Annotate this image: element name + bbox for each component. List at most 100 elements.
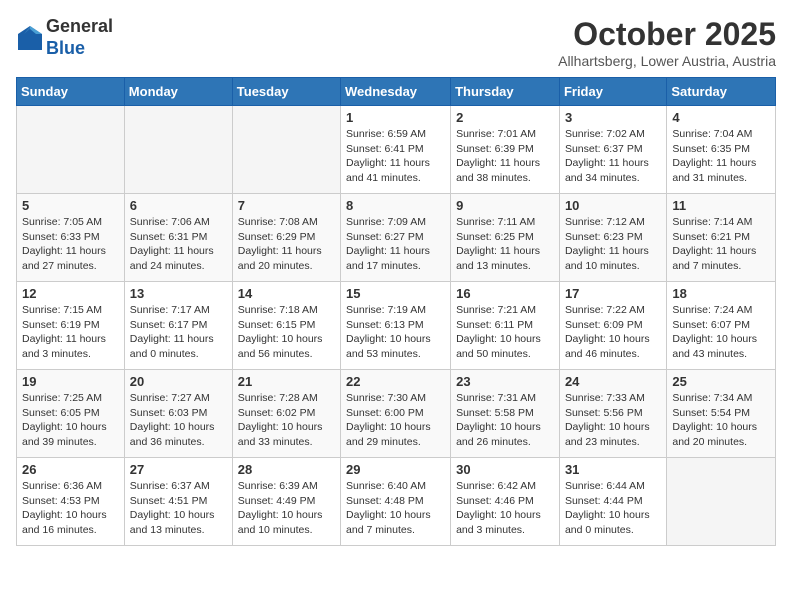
day-info: Sunrise: 7:33 AM Sunset: 5:56 PM Dayligh… bbox=[565, 391, 661, 450]
calendar-cell: 27 Sunrise: 6:37 AM Sunset: 4:51 PM Dayli… bbox=[124, 458, 232, 546]
day-info: Sunrise: 7:25 AM Sunset: 6:05 PM Dayligh… bbox=[22, 391, 119, 450]
day-number: 12 bbox=[22, 286, 119, 301]
day-info: Sunrise: 7:34 AM Sunset: 5:54 PM Dayligh… bbox=[672, 391, 770, 450]
day-info: Sunrise: 7:06 AM Sunset: 6:31 PM Dayligh… bbox=[130, 215, 227, 274]
calendar-cell: 15Sunrise: 7:19 AM Sunset: 6:13 PM Dayli… bbox=[341, 282, 451, 370]
calendar-cell: 26 Sunrise: 6:36 AM Sunset: 4:53 PM Dayli… bbox=[17, 458, 125, 546]
calendar-cell: 14 Sunrise: 7:18 AM Sunset: 6:15 PM Dayli… bbox=[232, 282, 340, 370]
calendar-cell: 10 Sunrise: 7:12 AM Sunset: 6:23 PM Dayli… bbox=[559, 194, 666, 282]
calendar-cell: 18Sunrise: 7:24 AM Sunset: 6:07 PM Dayli… bbox=[667, 282, 776, 370]
column-header-tuesday: Tuesday bbox=[232, 78, 340, 106]
day-number: 22 bbox=[346, 374, 445, 389]
week-row-5: 26 Sunrise: 6:36 AM Sunset: 4:53 PM Dayli… bbox=[17, 458, 776, 546]
day-info: Sunrise: 7:28 AM Sunset: 6:02 PM Dayligh… bbox=[238, 391, 335, 450]
day-info: Sunrise: 7:08 AM Sunset: 6:29 PM Dayligh… bbox=[238, 215, 335, 274]
day-info: Sunrise: 7:27 AM Sunset: 6:03 PM Dayligh… bbox=[130, 391, 227, 450]
calendar-cell: 3 Sunrise: 7:02 AM Sunset: 6:37 PM Daylig… bbox=[559, 106, 666, 194]
day-info: Sunrise: 6:42 AM Sunset: 4:46 PM Dayligh… bbox=[456, 479, 554, 538]
day-number: 1 bbox=[346, 110, 445, 125]
day-number: 18 bbox=[672, 286, 770, 301]
week-row-2: 5 Sunrise: 7:05 AM Sunset: 6:33 PM Daylig… bbox=[17, 194, 776, 282]
day-info: Sunrise: 7:02 AM Sunset: 6:37 PM Dayligh… bbox=[565, 127, 661, 186]
calendar-cell: 11Sunrise: 7:14 AM Sunset: 6:21 PM Dayli… bbox=[667, 194, 776, 282]
day-number: 7 bbox=[238, 198, 335, 213]
week-row-1: 1Sunrise: 6:59 AM Sunset: 6:41 PM Daylig… bbox=[17, 106, 776, 194]
calendar-cell: 7 Sunrise: 7:08 AM Sunset: 6:29 PM Daylig… bbox=[232, 194, 340, 282]
calendar-cell: 19Sunrise: 7:25 AM Sunset: 6:05 PM Dayli… bbox=[17, 370, 125, 458]
day-number: 27 bbox=[130, 462, 227, 477]
day-info: Sunrise: 7:12 AM Sunset: 6:23 PM Dayligh… bbox=[565, 215, 661, 274]
day-number: 30 bbox=[456, 462, 554, 477]
calendar-cell: 20 Sunrise: 7:27 AM Sunset: 6:03 PM Dayli… bbox=[124, 370, 232, 458]
day-info: Sunrise: 7:04 AM Sunset: 6:35 PM Dayligh… bbox=[672, 127, 770, 186]
calendar-cell: 5 Sunrise: 7:05 AM Sunset: 6:33 PM Daylig… bbox=[17, 194, 125, 282]
calendar-cell: 30 Sunrise: 6:42 AM Sunset: 4:46 PM Dayli… bbox=[451, 458, 560, 546]
day-number: 23 bbox=[456, 374, 554, 389]
day-info: Sunrise: 7:31 AM Sunset: 5:58 PM Dayligh… bbox=[456, 391, 554, 450]
day-info: Sunrise: 7:11 AM Sunset: 6:25 PM Dayligh… bbox=[456, 215, 554, 274]
day-number: 26 bbox=[22, 462, 119, 477]
calendar-cell: 9 Sunrise: 7:11 AM Sunset: 6:25 PM Daylig… bbox=[451, 194, 560, 282]
day-info: Sunrise: 6:40 AM Sunset: 4:48 PM Dayligh… bbox=[346, 479, 445, 538]
day-info: Sunrise: 7:05 AM Sunset: 6:33 PM Dayligh… bbox=[22, 215, 119, 274]
day-info: Sunrise: 7:09 AM Sunset: 6:27 PM Dayligh… bbox=[346, 215, 445, 274]
calendar-cell: 4 Sunrise: 7:04 AM Sunset: 6:35 PM Daylig… bbox=[667, 106, 776, 194]
calendar-cell: 8Sunrise: 7:09 AM Sunset: 6:27 PM Daylig… bbox=[341, 194, 451, 282]
calendar-cell: 12 Sunrise: 7:15 AM Sunset: 6:19 PM Dayli… bbox=[17, 282, 125, 370]
day-number: 28 bbox=[238, 462, 335, 477]
week-row-4: 19Sunrise: 7:25 AM Sunset: 6:05 PM Dayli… bbox=[17, 370, 776, 458]
day-number: 20 bbox=[130, 374, 227, 389]
calendar-cell: 13Sunrise: 7:17 AM Sunset: 6:17 PM Dayli… bbox=[124, 282, 232, 370]
day-number: 4 bbox=[672, 110, 770, 125]
calendar-cell: 23 Sunrise: 7:31 AM Sunset: 5:58 PM Dayli… bbox=[451, 370, 560, 458]
calendar-cell: 29 Sunrise: 6:40 AM Sunset: 4:48 PM Dayli… bbox=[341, 458, 451, 546]
logo-text: General Blue bbox=[46, 16, 113, 59]
calendar-cell: 21Sunrise: 7:28 AM Sunset: 6:02 PM Dayli… bbox=[232, 370, 340, 458]
day-number: 5 bbox=[22, 198, 119, 213]
calendar-cell bbox=[232, 106, 340, 194]
calendar-cell bbox=[124, 106, 232, 194]
day-number: 25 bbox=[672, 374, 770, 389]
day-info: Sunrise: 6:44 AM Sunset: 4:44 PM Dayligh… bbox=[565, 479, 661, 538]
day-info: Sunrise: 7:19 AM Sunset: 6:13 PM Dayligh… bbox=[346, 303, 445, 362]
calendar-cell: 24 Sunrise: 7:33 AM Sunset: 5:56 PM Dayli… bbox=[559, 370, 666, 458]
day-number: 16 bbox=[456, 286, 554, 301]
column-header-wednesday: Wednesday bbox=[341, 78, 451, 106]
column-header-friday: Friday bbox=[559, 78, 666, 106]
calendar-header-row: SundayMondayTuesdayWednesdayThursdayFrid… bbox=[17, 78, 776, 106]
calendar-cell: 2Sunrise: 7:01 AM Sunset: 6:39 PM Daylig… bbox=[451, 106, 560, 194]
calendar-cell: 22 Sunrise: 7:30 AM Sunset: 6:00 PM Dayli… bbox=[341, 370, 451, 458]
day-info: Sunrise: 6:36 AM Sunset: 4:53 PM Dayligh… bbox=[22, 479, 119, 538]
week-row-3: 12 Sunrise: 7:15 AM Sunset: 6:19 PM Dayli… bbox=[17, 282, 776, 370]
logo: General Blue bbox=[16, 16, 113, 59]
title-block: October 2025 Allhartsberg, Lower Austria… bbox=[558, 16, 776, 69]
calendar-cell: 25 Sunrise: 7:34 AM Sunset: 5:54 PM Dayli… bbox=[667, 370, 776, 458]
day-number: 14 bbox=[238, 286, 335, 301]
day-number: 31 bbox=[565, 462, 661, 477]
calendar-table: SundayMondayTuesdayWednesdayThursdayFrid… bbox=[16, 77, 776, 546]
day-number: 29 bbox=[346, 462, 445, 477]
day-number: 10 bbox=[565, 198, 661, 213]
day-number: 9 bbox=[456, 198, 554, 213]
column-header-monday: Monday bbox=[124, 78, 232, 106]
calendar-cell: 31 Sunrise: 6:44 AM Sunset: 4:44 PM Dayli… bbox=[559, 458, 666, 546]
day-info: Sunrise: 7:30 AM Sunset: 6:00 PM Dayligh… bbox=[346, 391, 445, 450]
day-info: Sunrise: 7:17 AM Sunset: 6:17 PM Dayligh… bbox=[130, 303, 227, 362]
day-info: Sunrise: 6:39 AM Sunset: 4:49 PM Dayligh… bbox=[238, 479, 335, 538]
day-number: 24 bbox=[565, 374, 661, 389]
calendar-cell: 17 Sunrise: 7:22 AM Sunset: 6:09 PM Dayli… bbox=[559, 282, 666, 370]
day-number: 17 bbox=[565, 286, 661, 301]
calendar-cell: 6Sunrise: 7:06 AM Sunset: 6:31 PM Daylig… bbox=[124, 194, 232, 282]
day-info: Sunrise: 7:22 AM Sunset: 6:09 PM Dayligh… bbox=[565, 303, 661, 362]
logo-icon bbox=[16, 24, 44, 52]
column-header-sunday: Sunday bbox=[17, 78, 125, 106]
day-info: Sunrise: 7:21 AM Sunset: 6:11 PM Dayligh… bbox=[456, 303, 554, 362]
calendar-cell: 28 Sunrise: 6:39 AM Sunset: 4:49 PM Dayli… bbox=[232, 458, 340, 546]
day-info: Sunrise: 7:15 AM Sunset: 6:19 PM Dayligh… bbox=[22, 303, 119, 362]
day-number: 3 bbox=[565, 110, 661, 125]
calendar-cell: 1Sunrise: 6:59 AM Sunset: 6:41 PM Daylig… bbox=[341, 106, 451, 194]
calendar-cell bbox=[17, 106, 125, 194]
day-info: Sunrise: 6:37 AM Sunset: 4:51 PM Dayligh… bbox=[130, 479, 227, 538]
day-number: 11 bbox=[672, 198, 770, 213]
day-info: Sunrise: 7:18 AM Sunset: 6:15 PM Dayligh… bbox=[238, 303, 335, 362]
